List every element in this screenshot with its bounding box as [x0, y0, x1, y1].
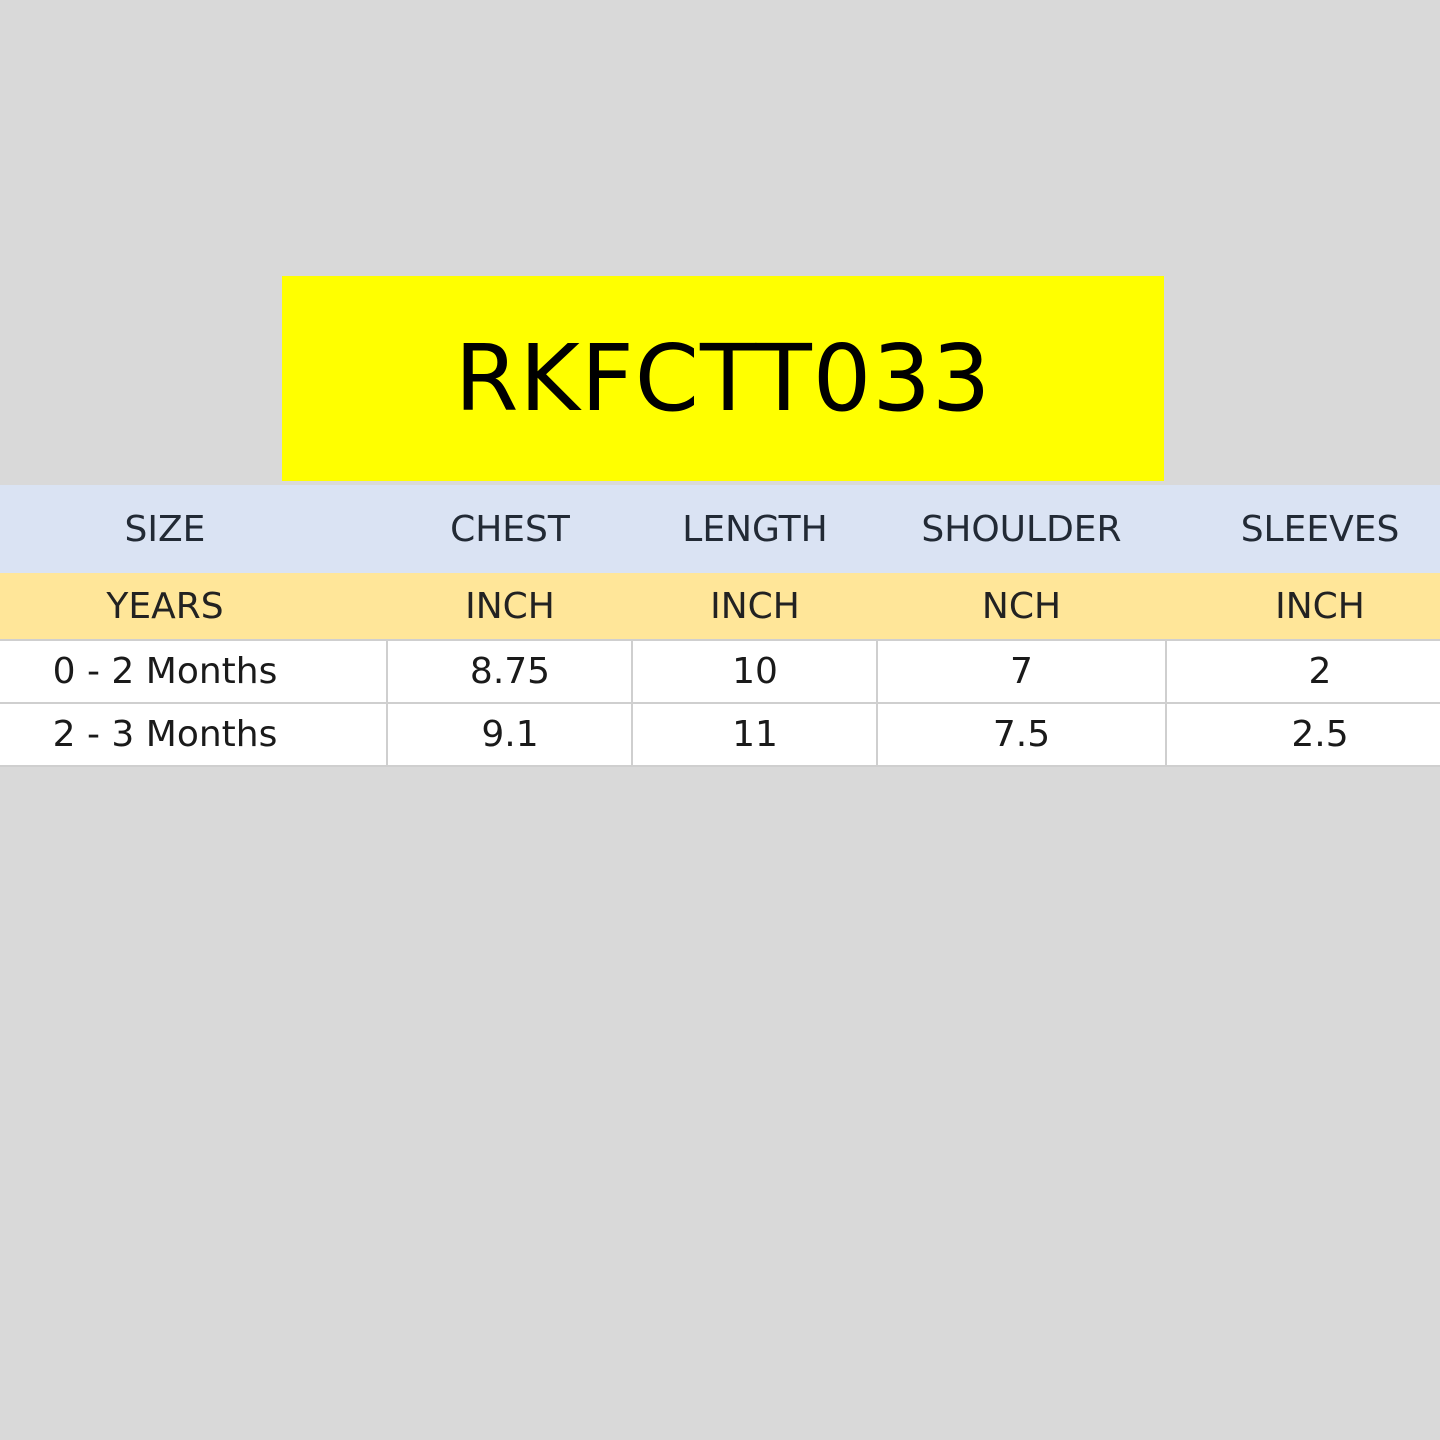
cell-shoulder: 7 [876, 641, 1165, 702]
unit-sleeves: INCH [1275, 585, 1365, 627]
table-units-row: YEARS INCH INCH NCH INCH [0, 573, 1440, 639]
cell-size: 2 - 3 Months [52, 714, 278, 755]
cell-size: 0 - 2 Months [52, 651, 278, 692]
product-code: RKFCTT033 [454, 325, 992, 432]
cell-chest: 9.1 [386, 704, 632, 765]
cell-sleeves: 2.5 [1165, 704, 1440, 765]
cell-length: 11 [631, 704, 877, 765]
cell-shoulder: 7.5 [876, 704, 1165, 765]
table-row: 0 - 2 Months 8.75 10 7 2 [0, 639, 1440, 702]
header-chest: CHEST [450, 508, 570, 550]
header-size: SIZE [124, 508, 206, 550]
product-code-banner: RKFCTT033 [282, 276, 1164, 481]
unit-length: INCH [710, 585, 800, 627]
cell-chest: 8.75 [386, 641, 632, 702]
unit-chest: INCH [465, 585, 555, 627]
unit-size: YEARS [106, 585, 224, 627]
header-shoulder: SHOULDER [921, 508, 1122, 550]
table-row: 2 - 3 Months 9.1 11 7.5 2.5 [0, 702, 1440, 767]
cell-length: 10 [631, 641, 877, 702]
unit-shoulder: NCH [981, 585, 1062, 627]
header-sleeves: SLEEVES [1240, 508, 1400, 550]
size-chart-table: SIZE CHEST LENGTH SHOULDER SLEEVES YEARS… [0, 485, 1440, 767]
table-header-row: SIZE CHEST LENGTH SHOULDER SLEEVES [0, 485, 1440, 573]
header-length: LENGTH [682, 508, 828, 550]
cell-sleeves: 2 [1165, 641, 1440, 702]
